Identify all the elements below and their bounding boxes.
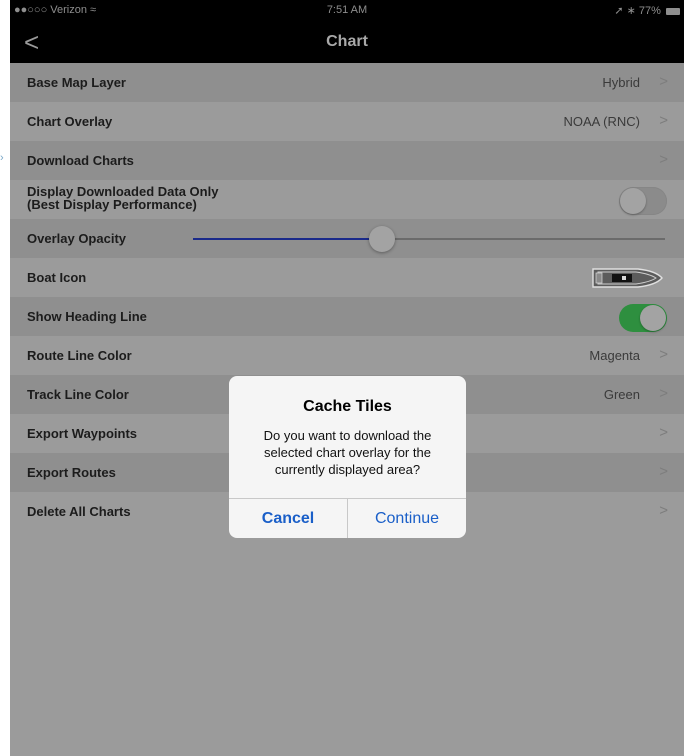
ios-screen: ●●○○○ Verizon ≈ 7:51 AM ➚ ∗ 77% < Chart … [10,0,684,756]
chevron-right-icon: > [659,385,668,402]
edge-artifact: › [0,152,4,164]
chevron-right-icon: > [659,502,668,519]
chevron-right-icon: > [659,424,668,441]
row-label: Delete All Charts [27,504,131,519]
row-label: Overlay Opacity [27,231,126,246]
status-time: 7:51 AM [326,4,368,16]
toggle-knob [620,188,646,214]
row-download-charts[interactable]: Download Charts > [10,141,684,180]
show-heading-line-toggle[interactable] [619,304,667,332]
opacity-slider-knob[interactable] [369,226,395,252]
status-bar: ●●○○○ Verizon ≈ 7:51 AM ➚ ∗ 77% [10,0,684,22]
battery-percent: 77% [638,5,661,17]
navigation-bar: < Chart [10,22,684,63]
row-chart-overlay[interactable]: Chart Overlay NOAA (RNC) > [10,102,684,141]
row-base-map-layer[interactable]: Base Map Layer Hybrid > [10,63,684,102]
battery-indicator: ➚ ∗ 77% [614,4,680,17]
row-value: NOAA (RNC) [563,114,640,129]
alert-message: Do you want to download the selected cha… [263,428,432,477]
cache-tiles-alert: Cache Tiles Do you want to download the … [229,376,466,538]
label-line-2: (Best Display Performance) [27,197,197,212]
cancel-button[interactable]: Cancel [229,499,347,538]
row-label: Display Downloaded Data Only (Best Displ… [27,185,218,211]
location-arrow-icon: ➚ [614,5,624,17]
display-downloaded-toggle[interactable] [619,187,667,215]
opacity-slider-fill [193,238,382,240]
toggle-knob [640,305,666,331]
bluetooth-icon: ∗ [626,5,636,17]
row-label: Download Charts [27,153,134,168]
row-value: Green [603,387,640,402]
page-title: Chart [326,33,368,50]
row-display-downloaded-only: Display Downloaded Data Only (Best Displ… [10,180,684,219]
boat-icon [592,268,663,288]
row-label: Route Line Color [27,348,132,363]
row-route-line-color[interactable]: Route Line Color Magenta > [10,336,684,375]
row-label: Show Heading Line [27,309,147,324]
row-label: Export Routes [27,465,116,480]
continue-button[interactable]: Continue [348,499,466,538]
row-label: Track Line Color [27,387,129,402]
row-show-heading-line: Show Heading Line [10,297,684,336]
row-boat-icon[interactable]: Boat Icon [10,258,684,297]
row-value: Magenta [589,348,640,363]
chevron-right-icon: > [659,73,668,90]
chevron-right-icon: > [659,112,668,129]
chevron-right-icon: > [659,463,668,480]
row-overlay-opacity: Overlay Opacity [10,219,684,258]
chevron-right-icon: > [659,346,668,363]
alert-title: Cache Tiles [303,398,392,415]
chevron-right-icon: > [659,151,668,168]
battery-icon [666,7,680,15]
row-label: Export Waypoints [27,426,138,441]
row-label: Boat Icon [27,270,87,285]
row-label: Chart Overlay [27,114,113,129]
row-value: Hybrid [602,75,640,90]
row-label: Base Map Layer [27,75,126,90]
opacity-slider-track[interactable] [193,238,665,240]
